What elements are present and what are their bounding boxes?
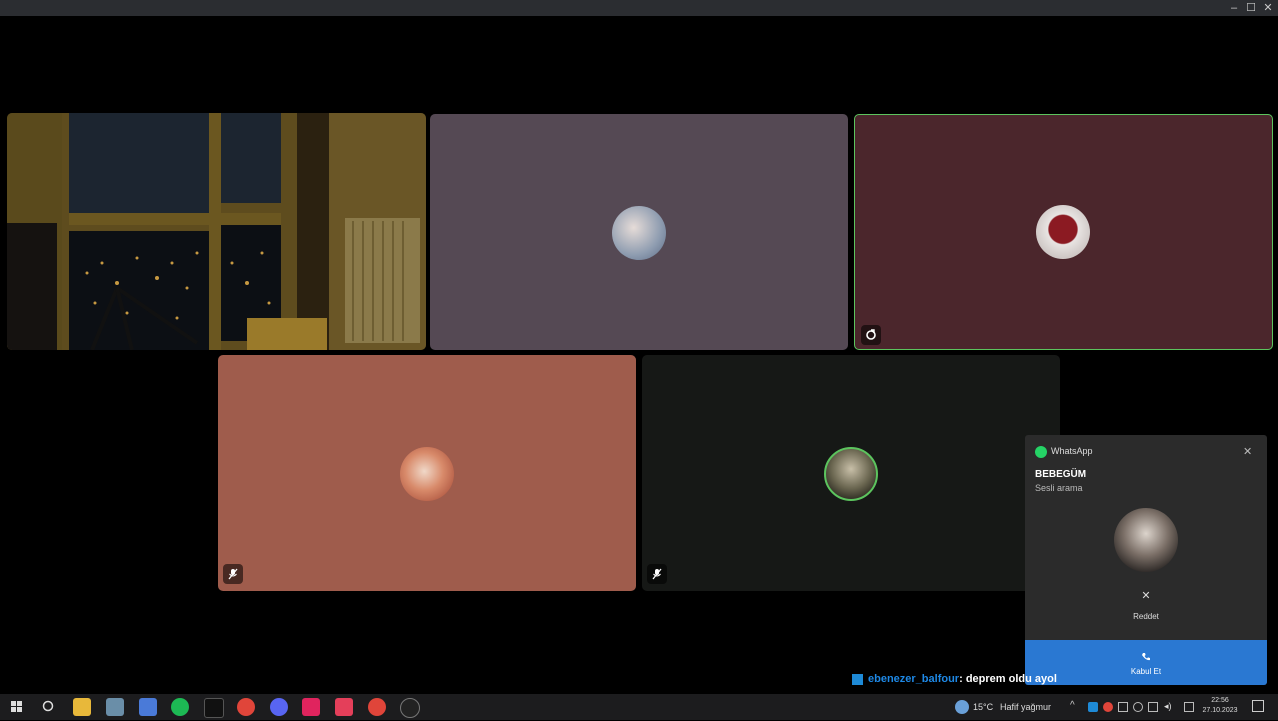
decline-button[interactable]: Reddet xyxy=(1025,612,1267,621)
whatsapp-call-notification: WhatsApp ✕ BEBEGÜM Sesli arama ✕ Reddet … xyxy=(1025,435,1267,685)
weather-description[interactable]: Hafif yağmur xyxy=(1000,702,1051,712)
network-icon[interactable] xyxy=(1148,702,1158,712)
tradingview-icon[interactable] xyxy=(204,698,224,718)
tray-app-icon[interactable] xyxy=(1088,702,1098,712)
chat-message-text: : deprem oldu ayol xyxy=(959,673,1057,685)
tray-icon[interactable] xyxy=(1133,702,1143,712)
decline-icon[interactable]: ✕ xyxy=(1025,589,1267,602)
caller-name: BEBEGÜM xyxy=(1035,469,1087,480)
accept-button[interactable]: Kabul Et xyxy=(1025,640,1267,685)
minimize-button[interactable]: – xyxy=(1227,2,1241,14)
video-tile-participant[interactable] xyxy=(218,355,636,591)
chrome-icon[interactable] xyxy=(237,698,255,716)
chevron-up-icon[interactable]: ^ xyxy=(1070,700,1075,711)
notifications-icon[interactable] xyxy=(1252,700,1264,712)
video-tile-participant-speaking[interactable] xyxy=(854,114,1273,350)
muted-mic-icon xyxy=(223,564,243,584)
app-icon-red[interactable] xyxy=(302,698,320,716)
notification-app-name: WhatsApp xyxy=(1051,446,1093,456)
participant-avatar xyxy=(1036,205,1090,259)
window-titlebar: – ☐ ✕ xyxy=(0,0,1278,16)
participant-avatar xyxy=(824,447,878,501)
obs-icon[interactable] xyxy=(400,698,420,718)
chrome-icon-2[interactable] xyxy=(368,698,386,716)
discord-icon[interactable] xyxy=(270,698,288,716)
file-explorer-icon[interactable] xyxy=(73,698,91,716)
participant-avatar xyxy=(612,206,666,260)
clock-time: 22:56 xyxy=(1211,697,1229,704)
clock-date: 27.10.2023 xyxy=(1202,707,1238,714)
pen-icon[interactable] xyxy=(1184,702,1194,712)
call-type: Sesli arama xyxy=(1035,483,1083,493)
volume-icon[interactable]: ◂) xyxy=(1164,701,1172,712)
chat-app-icon xyxy=(852,673,863,685)
photos-icon[interactable] xyxy=(139,698,157,716)
pocket-icon[interactable] xyxy=(335,698,353,716)
close-window-button[interactable]: ✕ xyxy=(1261,2,1275,14)
start-menu-icon[interactable] xyxy=(8,698,26,716)
camera-feed-image xyxy=(7,113,426,350)
chat-overlay-message: ebenezer_balfour : deprem oldu ayol xyxy=(852,672,1057,686)
tray-chrome-icon[interactable] xyxy=(1103,702,1113,712)
weather-temp[interactable]: 15°C xyxy=(973,702,993,712)
screen-share-icon xyxy=(861,325,881,345)
windows-taskbar: 15°C Hafif yağmur ^ ◂) 22:56 27.10.2023 xyxy=(0,694,1278,720)
calculator-icon[interactable] xyxy=(106,698,124,716)
notification-close-button[interactable]: ✕ xyxy=(1243,445,1252,458)
weather-icon[interactable] xyxy=(955,700,969,714)
tray-icon[interactable] xyxy=(1118,702,1128,712)
video-tile-camera[interactable] xyxy=(7,113,426,350)
video-tile-participant[interactable] xyxy=(642,355,1060,591)
taskbar-clock[interactable]: 22:56 27.10.2023 xyxy=(1200,696,1240,716)
accept-label: Kabul Et xyxy=(1130,667,1162,676)
whatsapp-icon xyxy=(1035,446,1047,458)
participant-avatar xyxy=(400,447,454,501)
phone-icon xyxy=(1141,649,1151,661)
search-icon[interactable] xyxy=(40,698,58,716)
maximize-button[interactable]: ☐ xyxy=(1244,2,1258,14)
chat-username: ebenezer_balfour xyxy=(868,673,960,685)
video-tile-participant[interactable] xyxy=(430,114,848,350)
muted-mic-icon xyxy=(647,564,667,584)
caller-avatar xyxy=(1114,508,1178,572)
spotify-icon[interactable] xyxy=(171,698,189,716)
